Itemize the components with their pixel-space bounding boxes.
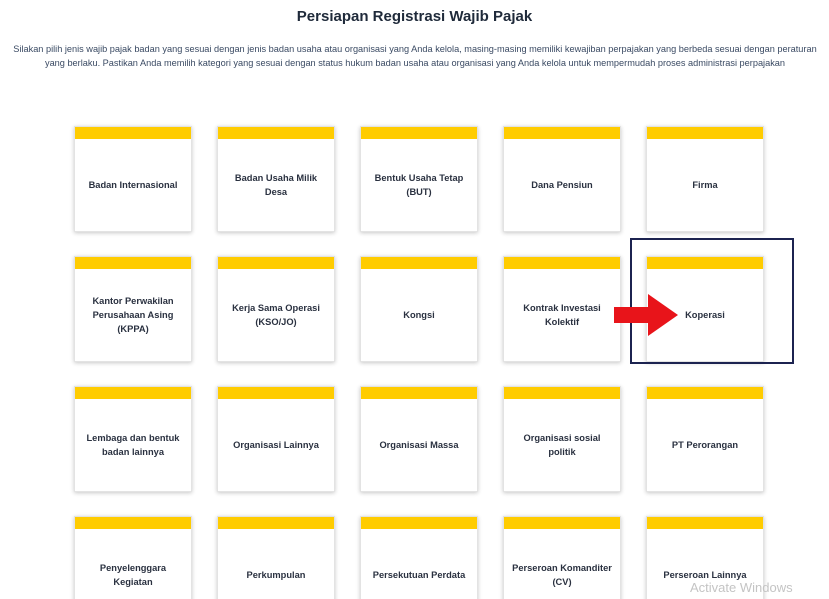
card-accent-bar [361,387,477,399]
card-kerja-sama-operasi[interactable]: Kerja Sama Operasi (KSO/JO) [217,256,335,362]
activate-windows-watermark: Activate Windows [690,580,793,595]
card-accent-bar [361,127,477,139]
card-accent-bar [504,127,620,139]
card-accent-bar [361,257,477,269]
card-perseroan-komanditer[interactable]: Perseroan Komanditer (CV) [503,516,621,599]
card-label: Kongsi [403,310,435,320]
card-accent-bar [647,387,763,399]
card-accent-bar [75,127,191,139]
card-pt-perorangan[interactable]: PT Perorangan [646,386,764,492]
card-label: Lembaga dan bentuk badan lainnya [86,433,180,457]
red-arrow-icon [614,294,678,336]
card-badan-internasional[interactable]: Badan Internasional [74,126,192,232]
card-label: Organisasi sosial politik [523,433,601,457]
card-accent-bar [218,387,334,399]
card-label: Penyelenggara Kegiatan [99,563,167,587]
card-kontrak-investasi-kolektif[interactable]: Kontrak Investasi Kolektif [503,256,621,362]
card-label: Kerja Sama Operasi (KSO/JO) [232,303,320,327]
card-label: Kontrak Investasi Kolektif [523,303,601,327]
card-penyelenggara-kegiatan[interactable]: Penyelenggara Kegiatan [74,516,192,599]
card-accent-bar [218,517,334,529]
card-organisasi-massa[interactable]: Organisasi Massa [360,386,478,492]
card-accent-bar [75,387,191,399]
card-lembaga-dan-bentuk-badan-lainnya[interactable]: Lembaga dan bentuk badan lainnya [74,386,192,492]
card-label: Perkumpulan [246,570,306,580]
page-description: Silakan pilih jenis wajib pajak badan ya… [13,44,817,68]
card-kantor-perwakilan-perusahaan-asing[interactable]: Kantor Perwakilan Perusahaan Asing (KPPA… [74,256,192,362]
card-organisasi-sosial-politik[interactable]: Organisasi sosial politik [503,386,621,492]
card-badan-usaha-milik-desa[interactable]: Badan Usaha Milik Desa [217,126,335,232]
card-accent-bar [75,257,191,269]
card-label: Bentuk Usaha Tetap (BUT) [374,173,464,197]
card-perkumpulan[interactable]: Perkumpulan [217,516,335,599]
card-label: Badan Usaha Milik Desa [234,173,318,197]
card-accent-bar [218,257,334,269]
card-accent-bar [361,517,477,529]
card-accent-bar [647,127,763,139]
card-accent-bar [647,517,763,529]
card-label: Persekutuan Perdata [372,570,466,580]
card-label: Kantor Perwakilan Perusahaan Asing (KPPA… [92,296,174,334]
card-label: Firma [692,180,718,190]
card-accent-bar [218,127,334,139]
card-accent-bar [504,517,620,529]
card-dana-pensiun[interactable]: Dana Pensiun [503,126,621,232]
card-label: Dana Pensiun [531,180,593,190]
card-label: Organisasi Lainnya [233,440,319,450]
card-kongsi[interactable]: Kongsi [360,256,478,362]
card-label: Badan Internasional [88,180,178,190]
card-bentuk-usaha-tetap[interactable]: Bentuk Usaha Tetap (BUT) [360,126,478,232]
card-label: Organisasi Massa [379,440,459,450]
card-firma[interactable]: Firma [646,126,764,232]
card-accent-bar [75,517,191,529]
card-label: Perseroan Komanditer (CV) [512,563,612,587]
card-accent-bar [504,387,620,399]
card-label: PT Perorangan [671,440,739,450]
card-persekutuan-perdata[interactable]: Persekutuan Perdata [360,516,478,599]
page-title: Persiapan Registrasi Wajib Pajak [296,8,533,25]
card-accent-bar [504,257,620,269]
card-organisasi-lainnya[interactable]: Organisasi Lainnya [217,386,335,492]
